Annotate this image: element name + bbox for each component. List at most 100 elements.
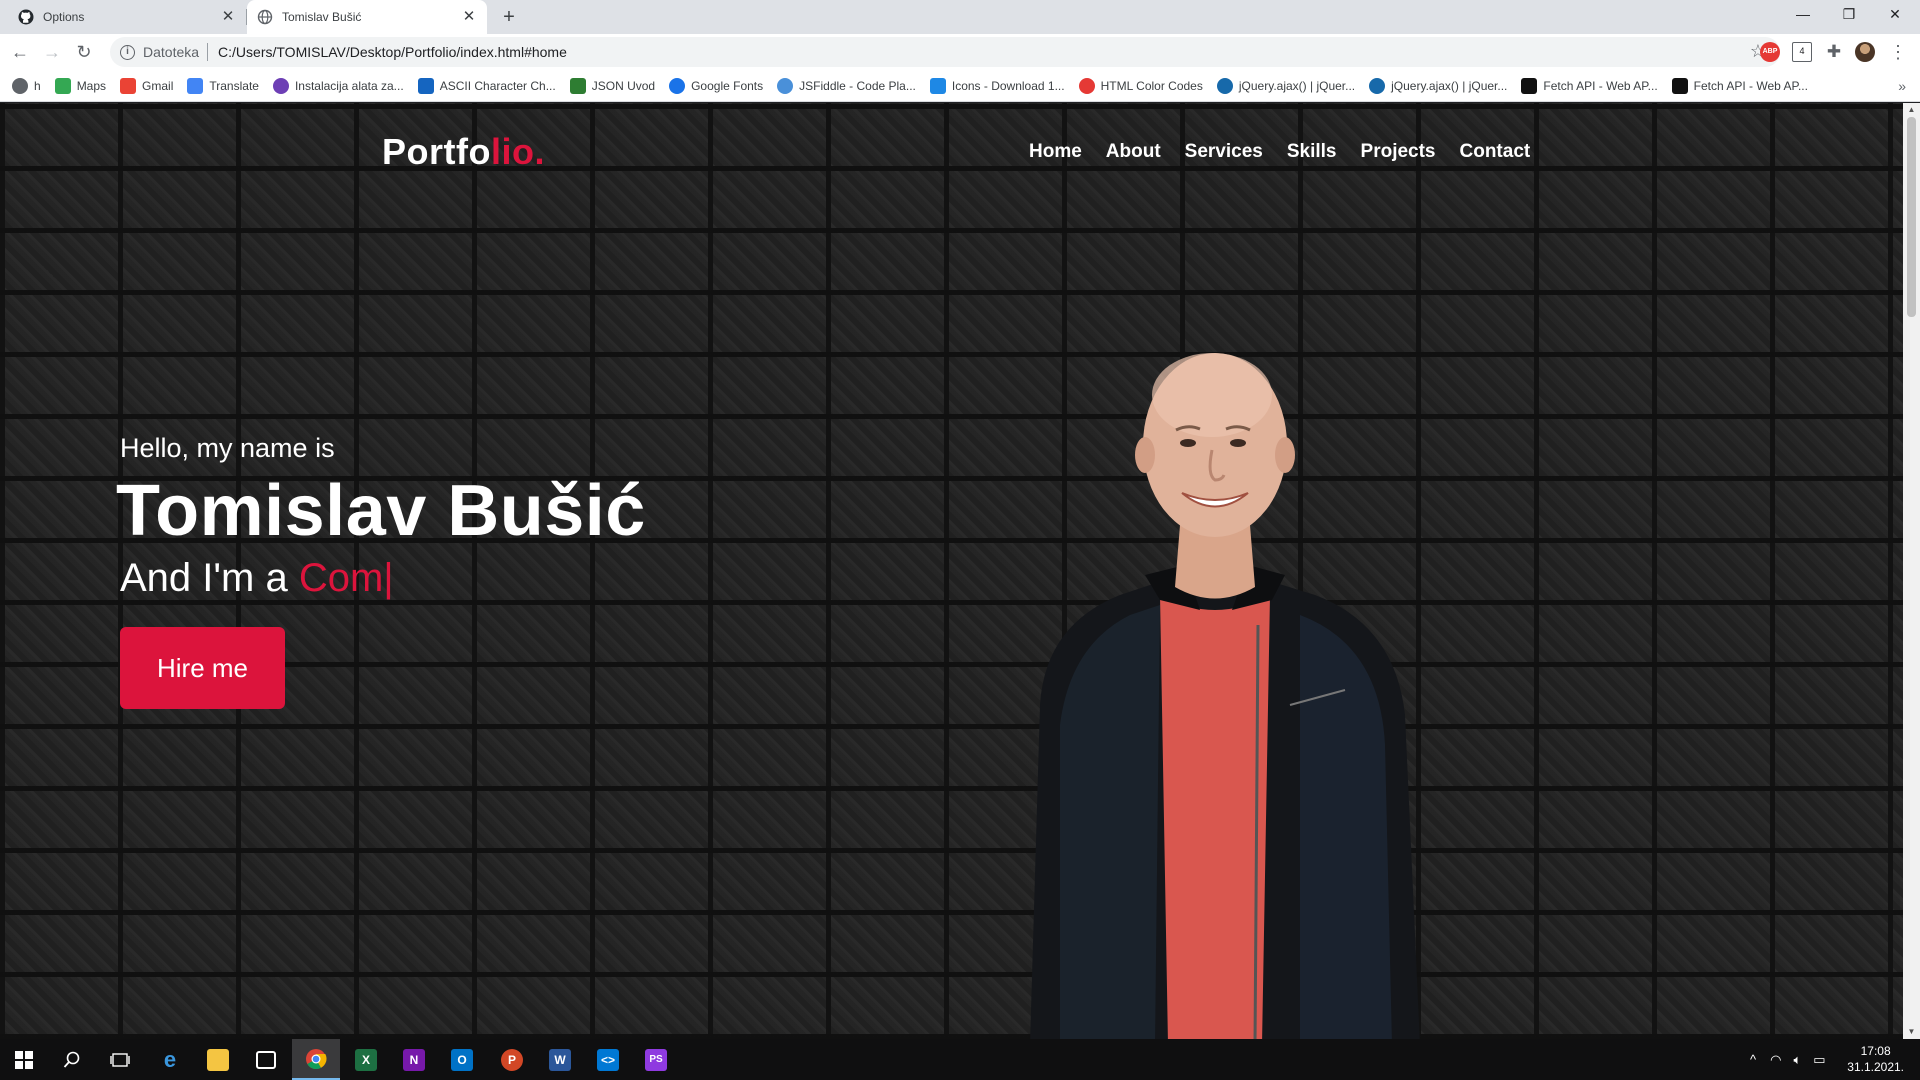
logo-text: Portfo <box>382 131 491 172</box>
bookmark-label: Instalacija alata za... <box>294 78 404 93</box>
jquery-icon <box>1216 77 1233 94</box>
nav-contact[interactable]: Contact <box>1460 141 1531 163</box>
jquery-icon <box>1369 77 1386 94</box>
page-scrollbar[interactable]: ▲ ▼ <box>1903 103 1920 1039</box>
portrait-photo <box>1030 353 1420 1039</box>
scroll-down-icon[interactable]: ▼ <box>1903 1025 1920 1039</box>
bookmark-favicon-icon <box>929 77 946 94</box>
nav-projects[interactable]: Projects <box>1361 141 1436 163</box>
jsfiddle-icon <box>777 77 794 94</box>
bookmark-label: JSON Uvod <box>591 78 656 93</box>
bookmark-label: h <box>34 78 41 93</box>
forward-button[interactable]: → <box>38 38 66 66</box>
calendar-icon[interactable]: 4 <box>1792 42 1812 62</box>
github-icon <box>18 9 34 25</box>
tab-portfolio[interactable]: Tomislav Bušić ✕ <box>247 0 487 34</box>
google-fonts-icon <box>669 77 686 94</box>
more-bookmarks-icon[interactable]: » <box>1898 78 1906 94</box>
bookmark-item[interactable]: Maps <box>54 77 106 94</box>
bookmark-item[interactable]: Icons - Download 1... <box>929 77 1065 94</box>
url-scheme: Datoteka <box>143 44 200 60</box>
bookmark-item[interactable]: JSFiddle - Code Pla... <box>777 77 916 94</box>
bookmark-item[interactable]: jQuery.ajax() | jQuer... <box>1216 77 1355 94</box>
close-tab-icon[interactable]: ✕ <box>461 9 477 25</box>
logo-accent-text: lio. <box>490 131 545 172</box>
tab-title: Options <box>43 10 85 24</box>
word-icon[interactable]: W <box>536 1039 584 1080</box>
nav-about[interactable]: About <box>1106 141 1161 163</box>
bookmark-item[interactable]: Instalacija alata za... <box>272 77 404 94</box>
store-icon[interactable] <box>242 1039 290 1080</box>
network-icon[interactable]: ◠ <box>1770 1052 1781 1068</box>
url-divider <box>207 43 209 61</box>
excel-icon[interactable]: X <box>342 1039 390 1080</box>
maps-icon <box>54 77 71 94</box>
outlook-icon[interactable]: O <box>438 1039 486 1080</box>
puzzle-icon[interactable]: ✚ <box>1824 42 1844 62</box>
bookmark-label: jQuery.ajax() | jQuer... <box>1391 78 1508 93</box>
bookmark-item[interactable]: HTML Color Codes <box>1078 77 1203 94</box>
action-center-icon[interactable]: ▭ <box>1813 1052 1825 1068</box>
search-icon[interactable] <box>48 1039 96 1080</box>
close-tab-icon[interactable]: ✕ <box>220 9 236 25</box>
volume-icon[interactable]: 🔈︎ <box>1793 1052 1801 1068</box>
file-explorer-icon[interactable] <box>194 1039 242 1080</box>
hero-greeting: Hello, my name is <box>120 433 335 463</box>
back-button[interactable]: ← <box>6 38 34 66</box>
bookmark-label: Google Fonts <box>691 78 764 93</box>
role-typed-text: Com <box>298 556 384 600</box>
minimize-button[interactable]: — <box>1780 0 1826 30</box>
tab-options[interactable]: Options ✕ <box>8 0 246 34</box>
bookmark-item[interactable]: jQuery.ajax() | jQuer... <box>1369 77 1508 94</box>
phpstorm-icon[interactable]: PS <box>632 1039 680 1080</box>
mdn-icon <box>1521 77 1538 94</box>
calendar-badge: 4 <box>1799 46 1805 56</box>
hire-me-button[interactable]: Hire me <box>120 627 285 709</box>
clock-time: 17:08 <box>1860 1044 1891 1058</box>
onenote-icon[interactable]: N <box>390 1039 438 1080</box>
bookmark-label: HTML Color Codes <box>1100 78 1203 93</box>
role-prefix: And I'm a <box>120 556 299 600</box>
bookmark-item[interactable]: ASCII Character Ch... <box>417 77 556 94</box>
tray-chevron-icon[interactable]: ^ <box>1750 1052 1756 1067</box>
powerpoint-icon[interactable]: P <box>488 1039 536 1080</box>
nav-services[interactable]: Services <box>1185 141 1263 163</box>
edge-icon[interactable]: e <box>146 1039 194 1080</box>
bookmark-item[interactable]: Translate <box>187 77 259 94</box>
bookmark-item[interactable]: Fetch API - Web AP... <box>1521 77 1658 94</box>
mdn-icon <box>1671 77 1688 94</box>
restore-button[interactable]: ❐ <box>1826 0 1872 30</box>
info-icon[interactable]: i <box>120 44 135 60</box>
menu-kebab-icon[interactable]: ⋮ <box>1884 38 1912 66</box>
gmail-icon <box>120 77 137 94</box>
bookmark-label: Gmail <box>142 78 174 93</box>
vscode-icon[interactable]: <> <box>584 1039 632 1080</box>
taskbar-clock[interactable]: 17:08 31.1.2021. <box>1847 1043 1904 1075</box>
windows-start-icon[interactable] <box>0 1039 48 1080</box>
nav-home[interactable]: Home <box>1029 141 1082 163</box>
scrollbar-thumb[interactable] <box>1907 117 1916 317</box>
bookmark-item[interactable]: h <box>12 77 41 94</box>
close-window-button[interactable]: ✕ <box>1872 0 1918 30</box>
bookmark-item[interactable]: Gmail <box>120 77 174 94</box>
task-view-icon[interactable] <box>96 1039 144 1080</box>
chrome-icon[interactable] <box>292 1039 340 1080</box>
bookmark-item[interactable]: JSON Uvod <box>569 77 656 94</box>
url-text[interactable]: C:/Users/TOMISLAV/Desktop/Portfolio/inde… <box>218 44 567 60</box>
site-logo[interactable]: Portfolio. <box>382 131 545 173</box>
nav-skills[interactable]: Skills <box>1287 141 1337 163</box>
bookmark-label: Fetch API - Web AP... <box>1693 78 1808 93</box>
bookmark-label: JSFiddle - Code Pla... <box>799 78 916 93</box>
bookmarks-bar: h Maps Gmail Translate Instalacija alata… <box>0 70 1920 102</box>
address-bar[interactable]: i Datoteka C:/Users/TOMISLAV/Desktop/Por… <box>110 37 1780 67</box>
abp-icon[interactable]: ABP <box>1760 42 1780 62</box>
bookmark-item[interactable]: Fetch API - Web AP... <box>1671 77 1808 94</box>
profile-avatar[interactable] <box>1855 42 1875 62</box>
site-nav: Home About Services Skills Projects Cont… <box>1029 141 1530 163</box>
reload-button[interactable]: ↻ <box>70 38 98 66</box>
bookmark-item[interactable]: Google Fonts <box>669 77 764 94</box>
new-tab-button[interactable]: + <box>498 6 520 28</box>
scroll-up-icon[interactable]: ▲ <box>1903 103 1920 117</box>
bookmark-label: ASCII Character Ch... <box>439 78 556 93</box>
translate-icon <box>187 77 204 94</box>
